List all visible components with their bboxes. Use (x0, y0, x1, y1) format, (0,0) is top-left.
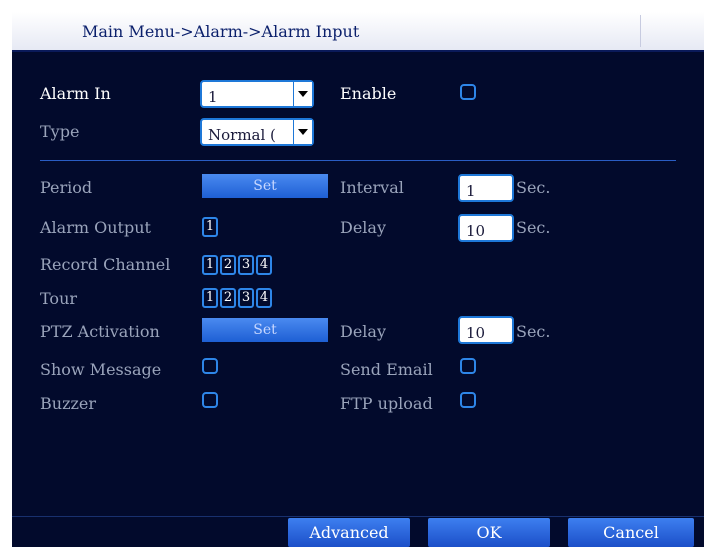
enable-checkbox[interactable] (460, 84, 476, 100)
ftp-upload-label: FTP upload (340, 394, 433, 413)
show-message-label: Show Message (40, 360, 162, 379)
send-email-label: Send Email (340, 360, 433, 379)
ptz-delay-unit: Sec. (516, 322, 551, 341)
interval-input[interactable]: 1 (458, 174, 514, 202)
ok-button[interactable]: OK (428, 518, 550, 547)
alarm-output-label: Alarm Output (40, 218, 151, 237)
tour-label: Tour (40, 289, 78, 308)
title-bar: Main Menu->Alarm->Alarm Input (12, 12, 704, 52)
type-select[interactable]: Normal ( (200, 118, 314, 146)
show-message-checkbox[interactable] (202, 358, 218, 374)
buzzer-checkbox[interactable] (202, 392, 218, 408)
section-divider (40, 160, 676, 161)
cancel-button[interactable]: Cancel (568, 518, 694, 547)
button-bar: Advanced OK Cancel (12, 518, 704, 547)
ptz-activation-label: PTZ Activation (40, 322, 160, 341)
title-divider (640, 15, 641, 47)
record-channel-2[interactable]: 2 (220, 255, 236, 275)
type-label: Type (40, 122, 80, 141)
send-email-checkbox[interactable] (460, 358, 476, 374)
enable-label: Enable (340, 84, 397, 103)
alarm-in-select[interactable]: 1 (200, 80, 314, 108)
delay-value: 10 (466, 222, 486, 240)
bottom-divider (12, 516, 704, 517)
type-value: Normal ( (208, 126, 276, 144)
tour-channel-3[interactable]: 3 (238, 288, 254, 308)
tour-channel-2[interactable]: 2 (220, 288, 236, 308)
ptz-delay-label: Delay (340, 322, 386, 341)
advanced-button[interactable]: Advanced (288, 518, 410, 547)
interval-value: 1 (466, 182, 476, 200)
record-channel-3[interactable]: 3 (238, 255, 254, 275)
tour-channel-1[interactable]: 1 (202, 288, 218, 308)
ptz-set-button[interactable]: Set (202, 318, 328, 342)
chevron-down-icon[interactable] (293, 120, 312, 144)
period-label: Period (40, 178, 93, 197)
alarm-input-dialog: Main Menu->Alarm->Alarm Input Alarm In 1… (12, 12, 704, 547)
tour-channel-4[interactable]: 4 (256, 288, 272, 308)
alarm-in-label: Alarm In (40, 84, 111, 103)
delay-unit: Sec. (516, 218, 551, 237)
interval-unit: Sec. (516, 178, 551, 197)
interval-label: Interval (340, 178, 404, 197)
record-channel-4[interactable]: 4 (256, 255, 272, 275)
ptz-delay-value: 10 (466, 324, 486, 342)
delay-input[interactable]: 10 (458, 214, 514, 242)
period-set-button[interactable]: Set (202, 174, 328, 198)
record-channel-label: Record Channel (40, 255, 171, 274)
page-title: Main Menu->Alarm->Alarm Input (82, 22, 360, 41)
ptz-delay-input[interactable]: 10 (458, 316, 514, 344)
alarm-in-value: 1 (208, 88, 218, 106)
ftp-upload-checkbox[interactable] (460, 392, 476, 408)
chevron-down-icon[interactable] (293, 82, 312, 106)
alarm-output-channel-1[interactable]: 1 (202, 217, 218, 237)
buzzer-label: Buzzer (40, 394, 97, 413)
record-channel-1[interactable]: 1 (202, 255, 218, 275)
delay-label: Delay (340, 218, 386, 237)
